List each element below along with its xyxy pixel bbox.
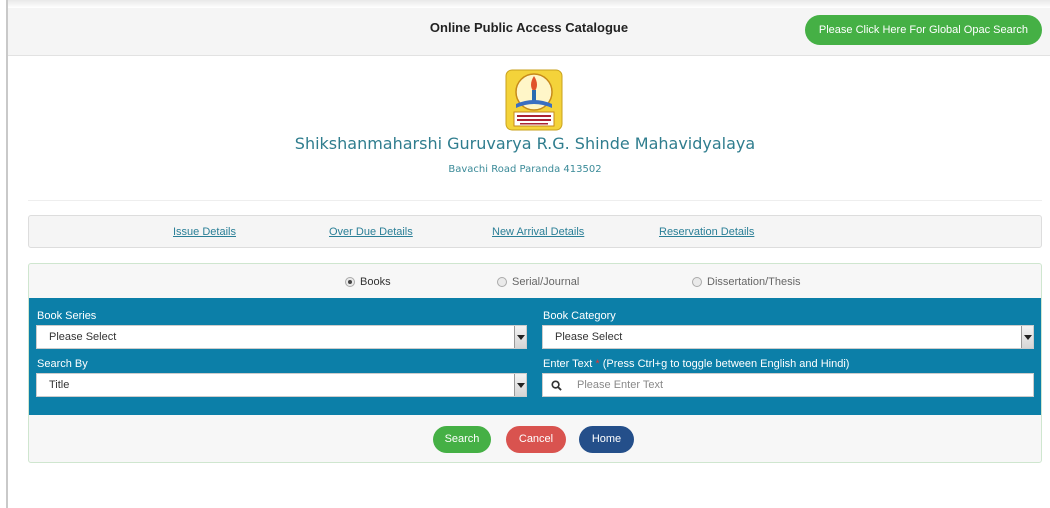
enter-text-label-text: Enter Text: [543, 358, 593, 370]
search-panel: Books Serial/Journal Dissertation/Thesis…: [28, 263, 1042, 463]
enter-text-hint: (Press Ctrl+g to toggle between English …: [602, 358, 850, 370]
book-series-label: Book Series: [37, 310, 97, 322]
college-logo: [505, 69, 563, 131]
radio-dissertation-label: Dissertation/Thesis: [707, 276, 801, 288]
book-category-select[interactable]: Please Select: [542, 325, 1034, 349]
opac-page: Online Public Access Catalogue Please Cl…: [0, 0, 1050, 508]
search-by-label: Search By: [37, 358, 88, 370]
window-edge: [6, 0, 8, 508]
radio-books[interactable]: Books: [345, 276, 391, 288]
college-address: Bavachi Road Paranda 413502: [448, 164, 602, 175]
book-category-label: Book Category: [543, 310, 616, 322]
global-opac-search-button[interactable]: Please Click Here For Global Opac Search: [804, 15, 1042, 45]
reservation-details-link[interactable]: Reservation Details: [659, 226, 754, 238]
enter-text-label: Enter Text * (Press Ctrl+g to toggle bet…: [543, 358, 849, 370]
required-mark: *: [595, 358, 600, 370]
over-due-details-link[interactable]: Over Due Details: [329, 226, 413, 238]
search-icon: [543, 374, 569, 396]
dropdown-arrow-icon: [514, 326, 526, 348]
radio-unchecked-icon: [497, 277, 507, 287]
details-nav: Issue Details Over Due Details New Arriv…: [28, 215, 1042, 248]
divider: [28, 200, 1042, 201]
radio-serial-journal[interactable]: Serial/Journal: [497, 276, 579, 288]
radio-checked-icon: [345, 277, 355, 287]
search-text-input[interactable]: Please Enter Text: [542, 373, 1034, 397]
search-form: Book Series Please Select Book Category …: [29, 298, 1041, 415]
search-by-select[interactable]: Title: [36, 373, 527, 397]
dropdown-arrow-icon: [514, 374, 526, 396]
book-series-select[interactable]: Please Select: [36, 325, 527, 349]
material-type-selector: Books Serial/Journal Dissertation/Thesis: [29, 264, 1041, 298]
page-header: Online Public Access Catalogue Please Cl…: [8, 8, 1050, 56]
issue-details-link[interactable]: Issue Details: [173, 226, 236, 238]
cancel-button[interactable]: Cancel: [506, 426, 566, 453]
search-button[interactable]: Search: [433, 426, 491, 453]
radio-books-label: Books: [360, 276, 391, 288]
action-buttons: Search Cancel Home: [29, 415, 1041, 462]
home-button[interactable]: Home: [579, 426, 634, 453]
book-series-value: Please Select: [49, 331, 117, 343]
book-category-value: Please Select: [555, 331, 623, 343]
college-name: Shikshanmaharshi Guruvarya R.G. Shinde M…: [294, 134, 756, 153]
search-by-value: Title: [49, 379, 70, 391]
search-text-placeholder: Please Enter Text: [577, 379, 664, 391]
radio-unchecked-icon: [692, 277, 702, 287]
dropdown-arrow-icon: [1021, 326, 1033, 348]
window-top-shadow: [8, 0, 1050, 8]
new-arrival-details-link[interactable]: New Arrival Details: [492, 226, 584, 238]
radio-dissertation-thesis[interactable]: Dissertation/Thesis: [692, 276, 801, 288]
radio-serial-label: Serial/Journal: [512, 276, 580, 288]
